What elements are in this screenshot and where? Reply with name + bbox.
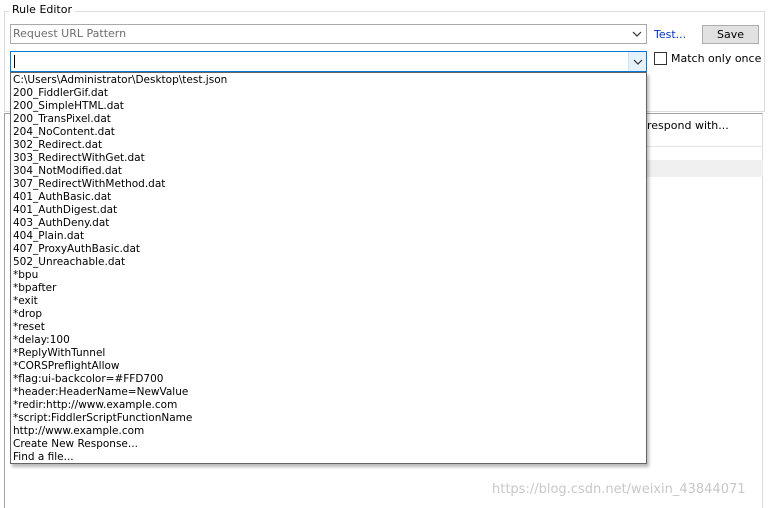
lower-divider xyxy=(647,146,763,147)
match-only-once-label[interactable]: Match only once xyxy=(671,52,761,66)
dropdown-item[interactable]: *CORSPreflightAllow xyxy=(11,360,646,373)
dropdown-item[interactable]: *delay:100 xyxy=(11,334,646,347)
dropdown-item[interactable]: 401_AuthDigest.dat xyxy=(11,204,646,217)
dropdown-item[interactable]: 502_Unreachable.dat xyxy=(11,256,646,269)
chevron-down-icon[interactable] xyxy=(628,25,646,43)
dropdown-item[interactable]: 200_TransPixel.dat xyxy=(11,113,646,126)
dropdown-item[interactable]: *script:FiddlerScriptFunctionName xyxy=(11,412,646,425)
dropdown-item[interactable]: *ReplyWithTunnel xyxy=(11,347,646,360)
dropdown-item[interactable]: 200_SimpleHTML.dat xyxy=(11,100,646,113)
match-pattern-value: Request URL Pattern xyxy=(13,27,127,40)
dropdown-item[interactable]: 304_NotModified.dat xyxy=(11,165,646,178)
text-caret xyxy=(14,55,15,68)
save-button[interactable]: Save xyxy=(702,25,759,44)
respond-with-text: respond with... xyxy=(647,119,729,132)
dropdown-item[interactable]: Find a file... xyxy=(11,451,646,464)
dropdown-item[interactable]: 403_AuthDeny.dat xyxy=(11,217,646,230)
dropdown-item[interactable]: *redir:http://www.example.com xyxy=(11,399,646,412)
dropdown-item[interactable]: *drop xyxy=(11,308,646,321)
dropdown-item[interactable]: *bpu xyxy=(11,269,646,282)
response-dropdown-list: C:\Users\Administrator\Desktop\test.json… xyxy=(10,72,647,464)
dropdown-item[interactable]: Create New Response... xyxy=(11,438,646,451)
lower-list-row[interactable] xyxy=(647,160,763,177)
dropdown-item[interactable]: 302_Redirect.dat xyxy=(11,139,646,152)
chevron-down-icon[interactable] xyxy=(628,52,646,71)
dropdown-item[interactable]: *exit xyxy=(11,295,646,308)
dropdown-item[interactable]: *flag:ui-backcolor=#FFD700 xyxy=(11,373,646,386)
dropdown-item[interactable]: 401_AuthBasic.dat xyxy=(11,191,646,204)
watermark-text: https://blog.csdn.net/weixin_43844071 xyxy=(492,482,746,497)
dropdown-item[interactable]: *header:HeaderName=NewValue xyxy=(11,386,646,399)
rule-editor-title: Rule Editor xyxy=(9,3,75,17)
response-combo-input[interactable] xyxy=(10,51,647,72)
dropdown-item[interactable]: 200_FiddlerGif.dat xyxy=(11,87,646,100)
dropdown-item[interactable]: 204_NoContent.dat xyxy=(11,126,646,139)
test-link[interactable]: Test... xyxy=(654,28,686,42)
dropdown-item[interactable]: 303_RedirectWithGet.dat xyxy=(11,152,646,165)
match-pattern-select[interactable]: Request URL Pattern xyxy=(10,24,647,44)
dropdown-item[interactable]: C:\Users\Administrator\Desktop\test.json xyxy=(11,74,646,87)
dropdown-item[interactable]: 404_Plain.dat xyxy=(11,230,646,243)
dropdown-item[interactable]: 407_ProxyAuthBasic.dat xyxy=(11,243,646,256)
dropdown-item[interactable]: *bpafter xyxy=(11,282,646,295)
match-only-once-checkbox[interactable] xyxy=(654,52,667,65)
dropdown-item[interactable]: *reset xyxy=(11,321,646,334)
dropdown-item[interactable]: http://www.example.com xyxy=(11,425,646,438)
dropdown-item[interactable]: 307_RedirectWithMethod.dat xyxy=(11,178,646,191)
